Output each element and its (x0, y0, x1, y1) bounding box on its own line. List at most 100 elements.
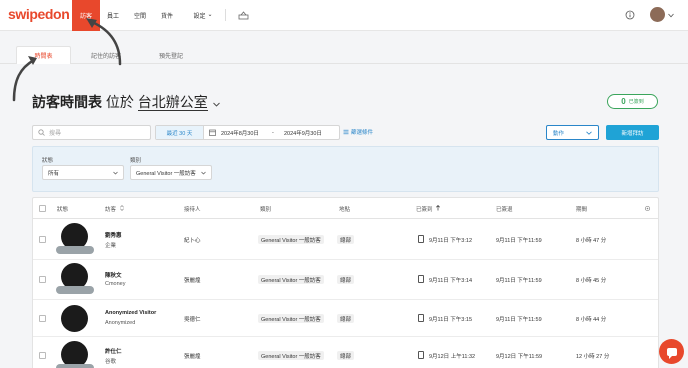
select-all-checkbox[interactable] (39, 205, 46, 212)
document-icon[interactable] (418, 314, 424, 322)
settings-gear-icon[interactable] (644, 205, 651, 212)
add-visit-button[interactable]: 新增拜訪 (606, 125, 659, 140)
host-name: 紀卜心 (184, 238, 201, 244)
category-pill: General Visitor 一般訪客 (258, 275, 324, 284)
visitor-company: 企業 (105, 243, 117, 249)
filter-conditions-link[interactable]: 篩選條件 (343, 128, 373, 136)
signed-in-count: 0 (621, 97, 626, 106)
chevron-down-icon[interactable] (212, 102, 220, 107)
signed-in-count-badge[interactable]: 0 已簽到 (607, 94, 658, 109)
last-30-days-button[interactable]: 最近 30 天 (156, 126, 204, 139)
date-separator: - (272, 129, 274, 136)
search-input[interactable]: 搜尋 (32, 125, 151, 140)
nav-employees[interactable]: 員工 (101, 0, 125, 31)
signed-out-time: 9月11日 下午11:59 (496, 317, 542, 323)
visitor-photo-tag (56, 286, 94, 294)
column-signed-out[interactable]: 已簽退 (496, 205, 513, 213)
tab-timeline[interactable]: 時間表 (16, 46, 71, 64)
table-row[interactable]: 陳秋文 Cmoney 張麗煌 General Visitor 一般訪客 總部 9… (33, 260, 658, 300)
reception-icon[interactable] (238, 10, 249, 21)
table-row[interactable]: Anonymized Visitor Anonymized 吳德仁 Genera… (33, 300, 658, 337)
nav-spaces[interactable]: 空間 (128, 0, 152, 31)
chevron-down-icon (113, 171, 118, 174)
user-avatar[interactable] (650, 7, 665, 22)
nav-settings-label: 設定 (193, 14, 206, 20)
location-selector[interactable]: 台北辦公室 (137, 94, 208, 111)
document-icon[interactable] (418, 275, 424, 283)
chat-icon (666, 347, 677, 359)
signed-in-time: 9月11日 下午3:12 (429, 238, 473, 244)
visit-duration: 8 小時 47 分 (576, 238, 607, 244)
row-checkbox[interactable] (39, 276, 46, 283)
visitor-name[interactable]: 陳秋文 (105, 271, 122, 279)
document-icon[interactable] (418, 235, 424, 243)
visit-duration: 12 小時 27 分 (576, 354, 610, 360)
signed-out-time: 9月12日 下午11:59 (496, 354, 543, 360)
signed-in-label: 已簽到 (628, 99, 644, 105)
swipedon-logo[interactable]: swipedon (8, 6, 70, 22)
chat-button[interactable] (659, 339, 684, 364)
visitor-company: Cmoney (105, 281, 126, 287)
table-row[interactable]: 劉秀惠 企業 紀卜心 General Visitor 一般訪客 總部 9月11日… (33, 219, 658, 260)
category-pill: General Visitor 一般訪客 (258, 314, 324, 323)
column-duration[interactable]: 期間 (576, 205, 587, 213)
chevron-down-icon[interactable] (668, 13, 674, 18)
location-pill: 總部 (337, 314, 355, 323)
visit-duration: 8 小時 45 分 (576, 278, 607, 284)
host-name: 張麗煌 (184, 354, 201, 360)
visitor-name[interactable]: 劉秀惠 (105, 231, 122, 239)
filter-conditions-label: 篩選條件 (351, 130, 374, 136)
visitor-subtabs: 時間表 記住的訪客 預先登記 (0, 31, 688, 64)
status-filter-value: 所有 (48, 170, 60, 177)
end-date-field[interactable]: 2024年9月30日 (284, 126, 322, 139)
category-filter-label: 類別 (130, 158, 142, 164)
column-host[interactable]: 接待人 (184, 205, 201, 213)
status-filter-label: 狀態 (42, 158, 54, 164)
page-title: 訪客時間表 位於 台北辦公室 (32, 92, 220, 112)
page-title-text: 訪客時間表 (32, 94, 102, 110)
tab-pre-registration[interactable]: 預先登記 (150, 46, 192, 64)
signed-in-time: 9月12日 上午11:32 (429, 354, 476, 360)
category-filter-select[interactable]: General Visitor 一般訪客 (130, 165, 212, 180)
column-category[interactable]: 類別 (260, 205, 271, 213)
table-header: 狀態 訪客 接待人 類別 地點 已簽到 已簽退 期間 (33, 198, 658, 219)
nav-visitors[interactable]: 訪客 (72, 0, 100, 31)
table-row[interactable]: 許仕仁 谷歌 張麗煌 General Visitor 一般訪客 總部 9月12日… (33, 337, 658, 368)
column-signed-in[interactable]: 已簽到 (416, 204, 441, 213)
location-pill: 總部 (337, 275, 355, 284)
visitor-name[interactable]: Anonymized Visitor (105, 310, 156, 316)
help-icon[interactable] (625, 10, 635, 20)
visit-duration: 8 小時 44 分 (576, 317, 607, 323)
sort-ascending-icon (436, 204, 441, 211)
visitor-photo-tag (56, 246, 94, 254)
column-location[interactable]: 地點 (339, 205, 350, 213)
column-signed-in-label: 已簽到 (416, 207, 433, 213)
search-icon (38, 129, 45, 136)
visitor-photo (61, 305, 88, 332)
actions-label: 動作 (553, 130, 565, 137)
visitor-company: Anonymized (105, 320, 136, 326)
document-icon[interactable] (418, 351, 424, 359)
nav-settings[interactable]: 設定 ⌄ (190, 0, 216, 31)
start-date-field[interactable]: 2024年8月30日 (221, 126, 259, 139)
signed-out-time: 9月11日 下午11:59 (496, 278, 542, 284)
signed-in-time: 9月11日 下午3:15 (429, 317, 473, 323)
status-filter-select[interactable]: 所有 (42, 165, 124, 180)
column-visitor[interactable]: 訪客 (105, 205, 124, 213)
category-filter-value: General Visitor 一般訪客 (136, 170, 196, 177)
column-status[interactable]: 狀態 (57, 205, 68, 213)
visitor-name[interactable]: 許仕仁 (105, 347, 122, 355)
row-checkbox[interactable] (39, 315, 46, 322)
calendar-icon (209, 129, 216, 136)
nav-deliveries[interactable]: 貨件 (155, 0, 179, 31)
signed-in-time: 9月11日 下午3:14 (429, 278, 473, 284)
chevron-down-icon (201, 171, 206, 174)
category-pill: General Visitor 一般訪客 (258, 351, 324, 360)
tab-remembered-visitors[interactable]: 記住的訪客 (80, 46, 132, 64)
annotation-arrow-subtab (12, 58, 36, 102)
row-checkbox[interactable] (39, 352, 46, 359)
nav-divider (225, 9, 226, 21)
actions-dropdown-button[interactable]: 動作 (546, 125, 599, 140)
row-checkbox[interactable] (39, 236, 46, 243)
category-pill: General Visitor 一般訪客 (258, 235, 324, 244)
